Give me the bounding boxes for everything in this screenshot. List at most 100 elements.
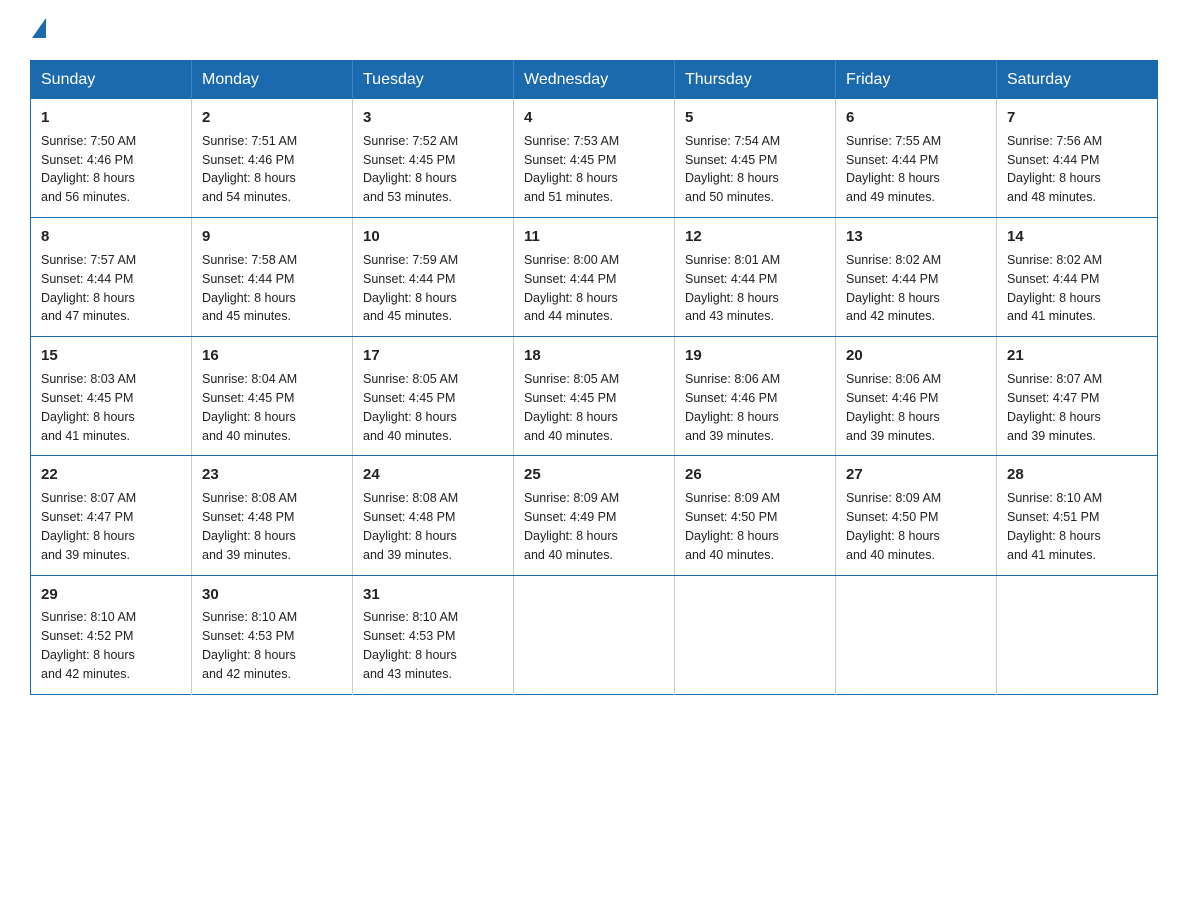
calendar-cell: 4 Sunrise: 7:53 AMSunset: 4:45 PMDaylight… [514, 99, 675, 218]
calendar-cell: 8 Sunrise: 7:57 AMSunset: 4:44 PMDaylight… [31, 218, 192, 337]
calendar-week-row: 8 Sunrise: 7:57 AMSunset: 4:44 PMDaylight… [31, 218, 1158, 337]
calendar-cell: 12Sunrise: 8:01 AMSunset: 4:44 PMDayligh… [675, 218, 836, 337]
calendar-cell: 21 Sunrise: 8:07 AMSunset: 4:47 PMDayligh… [997, 337, 1158, 456]
calendar-cell: 26 Sunrise: 8:09 AMSunset: 4:50 PMDayligh… [675, 456, 836, 575]
day-number: 25 [524, 464, 664, 486]
day-info: Sunrise: 7:59 AMSunset: 4:44 PMDaylight:… [363, 253, 458, 324]
day-info: Sunrise: 7:55 AMSunset: 4:44 PMDaylight:… [846, 134, 941, 205]
calendar-cell: 19Sunrise: 8:06 AMSunset: 4:46 PMDayligh… [675, 337, 836, 456]
calendar-cell: 25Sunrise: 8:09 AMSunset: 4:49 PMDayligh… [514, 456, 675, 575]
day-number: 12 [685, 226, 825, 248]
logo-triangle-icon [32, 18, 46, 38]
day-info: Sunrise: 8:10 AMSunset: 4:51 PMDaylight:… [1007, 491, 1102, 562]
day-number: 2 [202, 107, 342, 129]
day-info: Sunrise: 8:09 AMSunset: 4:50 PMDaylight:… [846, 491, 941, 562]
day-info: Sunrise: 7:53 AMSunset: 4:45 PMDaylight:… [524, 134, 619, 205]
day-info: Sunrise: 8:10 AMSunset: 4:53 PMDaylight:… [202, 610, 297, 681]
day-number: 14 [1007, 226, 1147, 248]
day-info: Sunrise: 8:05 AMSunset: 4:45 PMDaylight:… [524, 372, 619, 443]
calendar-cell: 11 Sunrise: 8:00 AMSunset: 4:44 PMDayligh… [514, 218, 675, 337]
calendar-cell [997, 575, 1158, 694]
calendar-week-row: 15 Sunrise: 8:03 AMSunset: 4:45 PMDayligh… [31, 337, 1158, 456]
day-info: Sunrise: 7:51 AMSunset: 4:46 PMDaylight:… [202, 134, 297, 205]
day-number: 1 [41, 107, 181, 129]
weekday-header-monday: Monday [192, 61, 353, 100]
day-number: 6 [846, 107, 986, 129]
weekday-header-saturday: Saturday [997, 61, 1158, 100]
day-number: 28 [1007, 464, 1147, 486]
day-number: 13 [846, 226, 986, 248]
calendar-table: SundayMondayTuesdayWednesdayThursdayFrid… [30, 60, 1158, 695]
calendar-cell: 31 Sunrise: 8:10 AMSunset: 4:53 PMDayligh… [353, 575, 514, 694]
day-number: 16 [202, 345, 342, 367]
calendar-week-row: 1 Sunrise: 7:50 AMSunset: 4:46 PMDaylight… [31, 99, 1158, 218]
calendar-cell: 20 Sunrise: 8:06 AMSunset: 4:46 PMDayligh… [836, 337, 997, 456]
day-number: 17 [363, 345, 503, 367]
day-number: 24 [363, 464, 503, 486]
day-info: Sunrise: 8:07 AMSunset: 4:47 PMDaylight:… [1007, 372, 1102, 443]
calendar-header: SundayMondayTuesdayWednesdayThursdayFrid… [31, 61, 1158, 100]
day-info: Sunrise: 8:04 AMSunset: 4:45 PMDaylight:… [202, 372, 297, 443]
calendar-cell: 2 Sunrise: 7:51 AMSunset: 4:46 PMDaylight… [192, 99, 353, 218]
day-number: 26 [685, 464, 825, 486]
day-info: Sunrise: 7:52 AMSunset: 4:45 PMDaylight:… [363, 134, 458, 205]
day-info: Sunrise: 7:56 AMSunset: 4:44 PMDaylight:… [1007, 134, 1102, 205]
day-info: Sunrise: 7:57 AMSunset: 4:44 PMDaylight:… [41, 253, 136, 324]
calendar-cell: 1 Sunrise: 7:50 AMSunset: 4:46 PMDaylight… [31, 99, 192, 218]
logo-area [30, 20, 48, 40]
day-info: Sunrise: 8:00 AMSunset: 4:44 PMDaylight:… [524, 253, 619, 324]
day-info: Sunrise: 7:50 AMSunset: 4:46 PMDaylight:… [41, 134, 136, 205]
day-number: 30 [202, 584, 342, 606]
day-number: 18 [524, 345, 664, 367]
day-number: 3 [363, 107, 503, 129]
calendar-cell [836, 575, 997, 694]
weekday-header-sunday: Sunday [31, 61, 192, 100]
calendar-cell: 5Sunrise: 7:54 AMSunset: 4:45 PMDaylight… [675, 99, 836, 218]
day-number: 9 [202, 226, 342, 248]
day-number: 22 [41, 464, 181, 486]
calendar-cell: 15 Sunrise: 8:03 AMSunset: 4:45 PMDayligh… [31, 337, 192, 456]
day-info: Sunrise: 8:08 AMSunset: 4:48 PMDaylight:… [202, 491, 297, 562]
day-info: Sunrise: 8:10 AMSunset: 4:52 PMDaylight:… [41, 610, 136, 681]
day-number: 11 [524, 226, 664, 248]
day-info: Sunrise: 8:09 AMSunset: 4:50 PMDaylight:… [685, 491, 780, 562]
day-info: Sunrise: 8:07 AMSunset: 4:47 PMDaylight:… [41, 491, 136, 562]
logo [30, 20, 48, 40]
calendar-week-row: 22 Sunrise: 8:07 AMSunset: 4:47 PMDayligh… [31, 456, 1158, 575]
calendar-cell: 16 Sunrise: 8:04 AMSunset: 4:45 PMDayligh… [192, 337, 353, 456]
day-number: 31 [363, 584, 503, 606]
calendar-cell [514, 575, 675, 694]
day-info: Sunrise: 8:03 AMSunset: 4:45 PMDaylight:… [41, 372, 136, 443]
day-number: 15 [41, 345, 181, 367]
calendar-cell: 29 Sunrise: 8:10 AMSunset: 4:52 PMDayligh… [31, 575, 192, 694]
calendar-cell: 13 Sunrise: 8:02 AMSunset: 4:44 PMDayligh… [836, 218, 997, 337]
day-number: 4 [524, 107, 664, 129]
calendar-cell: 23Sunrise: 8:08 AMSunset: 4:48 PMDayligh… [192, 456, 353, 575]
calendar-cell: 28 Sunrise: 8:10 AMSunset: 4:51 PMDayligh… [997, 456, 1158, 575]
calendar-cell: 3 Sunrise: 7:52 AMSunset: 4:45 PMDaylight… [353, 99, 514, 218]
weekday-header-wednesday: Wednesday [514, 61, 675, 100]
day-info: Sunrise: 8:02 AMSunset: 4:44 PMDaylight:… [1007, 253, 1102, 324]
day-number: 29 [41, 584, 181, 606]
day-number: 10 [363, 226, 503, 248]
day-number: 21 [1007, 345, 1147, 367]
page-header [30, 20, 1158, 40]
calendar-cell: 30 Sunrise: 8:10 AMSunset: 4:53 PMDayligh… [192, 575, 353, 694]
day-number: 20 [846, 345, 986, 367]
calendar-body: 1 Sunrise: 7:50 AMSunset: 4:46 PMDaylight… [31, 99, 1158, 694]
day-info: Sunrise: 8:06 AMSunset: 4:46 PMDaylight:… [846, 372, 941, 443]
calendar-cell [675, 575, 836, 694]
day-info: Sunrise: 7:58 AMSunset: 4:44 PMDaylight:… [202, 253, 297, 324]
calendar-cell: 22 Sunrise: 8:07 AMSunset: 4:47 PMDayligh… [31, 456, 192, 575]
weekday-header-tuesday: Tuesday [353, 61, 514, 100]
calendar-cell: 14 Sunrise: 8:02 AMSunset: 4:44 PMDayligh… [997, 218, 1158, 337]
weekday-header-thursday: Thursday [675, 61, 836, 100]
calendar-cell: 7Sunrise: 7:56 AMSunset: 4:44 PMDaylight… [997, 99, 1158, 218]
calendar-week-row: 29 Sunrise: 8:10 AMSunset: 4:52 PMDayligh… [31, 575, 1158, 694]
calendar-cell: 17Sunrise: 8:05 AMSunset: 4:45 PMDayligh… [353, 337, 514, 456]
day-number: 27 [846, 464, 986, 486]
day-info: Sunrise: 8:10 AMSunset: 4:53 PMDaylight:… [363, 610, 458, 681]
calendar-cell: 24Sunrise: 8:08 AMSunset: 4:48 PMDayligh… [353, 456, 514, 575]
day-number: 8 [41, 226, 181, 248]
day-info: Sunrise: 8:02 AMSunset: 4:44 PMDaylight:… [846, 253, 941, 324]
